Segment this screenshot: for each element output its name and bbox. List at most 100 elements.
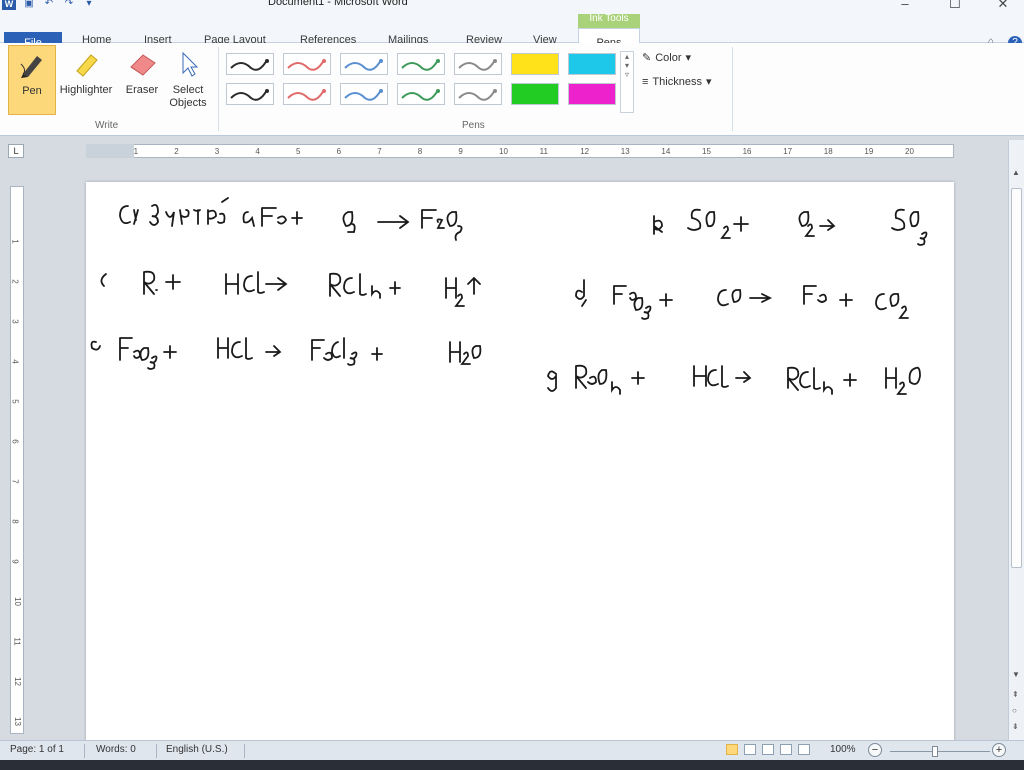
save-icon[interactable]: ▣: [22, 0, 36, 10]
pen-swatch[interactable]: [511, 53, 559, 75]
status-bar: Page: 1 of 1 Words: 0 English (U.S.) 100…: [0, 740, 1024, 761]
pen-swatch[interactable]: [283, 83, 331, 105]
ruler-mark: 17: [783, 147, 793, 156]
ruler-mark: 3: [214, 147, 220, 156]
document-page[interactable]: [86, 182, 954, 742]
ruler-mark: 20: [905, 147, 914, 156]
customize-icon[interactable]: ▾: [82, 0, 96, 10]
draft-view-icon[interactable]: [798, 744, 810, 755]
eraser-label: Eraser: [125, 84, 159, 96]
select-objects-button[interactable]: Select Objects: [164, 45, 212, 115]
ruler-mark: 12: [12, 677, 22, 686]
web-layout-icon[interactable]: [762, 744, 774, 755]
dropdown-arrow-icon: ▾: [685, 52, 692, 64]
status-separator: [84, 744, 85, 758]
ruler-mark: 9: [10, 559, 20, 564]
ruler-mark: 5: [10, 399, 20, 404]
browse-object-icon[interactable]: ○: [1012, 706, 1017, 715]
pen-swatch[interactable]: [397, 53, 445, 75]
ruler-mark: 9: [458, 147, 463, 156]
contextual-group-label: Ink Tools: [578, 14, 640, 28]
vertical-ruler[interactable]: 1 2 3 4 5 6 7 8 9 10 11 12 13: [10, 186, 24, 734]
scroll-up-icon[interactable]: ▲: [1012, 168, 1020, 177]
status-separator: [156, 744, 157, 758]
word-icon[interactable]: W: [2, 0, 16, 10]
full-screen-reading-icon[interactable]: [744, 744, 756, 755]
color-button[interactable]: ✎ Color ▾: [642, 51, 692, 65]
language-indicator[interactable]: English (U.S.): [166, 744, 228, 755]
ruler-mark: 11: [12, 637, 22, 646]
ruler-mark: 8: [10, 519, 20, 524]
zoom-slider-knob[interactable]: [932, 746, 938, 757]
pen-swatch[interactable]: [511, 83, 559, 105]
ribbon: Pen Highlighter Eraser Select Objects Wr…: [0, 43, 1024, 136]
ruler-mark: 7: [10, 479, 20, 484]
ruler-mark: 1: [10, 239, 20, 244]
zoom-slider-track[interactable]: [890, 751, 990, 752]
eraser-icon: [126, 48, 158, 80]
ruler-mark: 6: [336, 147, 342, 156]
print-layout-view-icon[interactable]: [726, 744, 738, 755]
color-label: Color: [655, 51, 682, 64]
highlighter-button[interactable]: Highlighter: [56, 45, 116, 115]
group-separator: [732, 47, 733, 131]
highlighter-label: Highlighter: [59, 84, 113, 96]
close-icon[interactable]: ✕: [988, 0, 1018, 12]
pen-icon: [16, 49, 48, 81]
pen-swatch[interactable]: [226, 83, 274, 105]
ruler-mark: 2: [174, 147, 179, 156]
select-arrow-icon: [172, 48, 204, 80]
title-bar: W ▣ ↶ ↷ ▾ Document1 - Microsoft Word – ☐…: [0, 0, 1024, 14]
scroll-down-icon[interactable]: ▼: [1012, 670, 1020, 679]
pen-swatch[interactable]: [454, 83, 502, 105]
horizontal-ruler[interactable]: 11234567891011121314151617181920: [86, 144, 954, 158]
pen-swatch[interactable]: [340, 83, 388, 105]
taskbar: [0, 760, 1024, 770]
eraser-button[interactable]: Eraser: [118, 45, 166, 115]
pen-swatch[interactable]: [397, 83, 445, 105]
pens-group-label: Pens: [462, 120, 485, 131]
zoom-out-icon[interactable]: −: [868, 743, 882, 757]
ruler-mark: 16: [742, 147, 752, 156]
ribbon-tab-bar: Ink Tools File Home Insert Page Layout R…: [0, 14, 1024, 57]
word-count[interactable]: Words: 0: [96, 744, 136, 755]
outline-view-icon[interactable]: [780, 744, 792, 755]
ruler-mark: 15: [702, 147, 711, 156]
ruler-mark: 8: [417, 147, 423, 156]
next-page-icon[interactable]: ⇟: [1012, 722, 1019, 731]
group-separator: [218, 47, 219, 131]
ruler-mark: 19: [864, 147, 874, 156]
undo-icon[interactable]: ↶: [42, 0, 56, 10]
ruler-mark: 13: [620, 147, 630, 156]
zoom-level[interactable]: 100%: [830, 744, 856, 755]
handwriting-ink: [90, 197, 928, 395]
quick-access-toolbar: W ▣ ↶ ↷ ▾: [2, 0, 96, 10]
vertical-scrollbar[interactable]: ▲ ▼ ⇞ ○ ⇟: [1008, 140, 1024, 740]
pen-swatch[interactable]: [226, 53, 274, 75]
pen-swatch[interactable]: [283, 53, 331, 75]
thickness-label: Thickness: [652, 75, 702, 88]
pen-swatch[interactable]: [340, 53, 388, 75]
ruler-mark: 11: [539, 147, 548, 156]
ruler-mark: 14: [661, 147, 671, 156]
scroll-thumb[interactable]: [1011, 188, 1022, 568]
page-count[interactable]: Page: 1 of 1: [10, 744, 64, 755]
pen-swatch[interactable]: [454, 53, 502, 75]
redo-icon[interactable]: ↷: [62, 0, 76, 10]
pen-button[interactable]: Pen: [8, 45, 56, 115]
minimize-icon[interactable]: –: [890, 0, 920, 11]
tab-selector[interactable]: L: [8, 144, 24, 158]
ruler-margin: [86, 144, 134, 158]
pen-swatch[interactable]: [568, 83, 616, 105]
ruler-mark: 5: [296, 147, 301, 156]
window-title: Document1 - Microsoft Word: [268, 0, 408, 8]
gallery-scroll[interactable]: ▴ ▾ ▿: [620, 51, 634, 113]
ruler-mark: 1: [133, 147, 139, 156]
thickness-button[interactable]: ≡ Thickness ▾: [642, 75, 711, 89]
pen-color-icon: ✎: [642, 52, 652, 64]
zoom-in-icon[interactable]: +: [992, 743, 1006, 757]
pen-swatch[interactable]: [568, 53, 616, 75]
ruler-mark: 6: [10, 439, 20, 444]
maximize-icon[interactable]: ☐: [940, 0, 970, 12]
previous-page-icon[interactable]: ⇞: [1012, 690, 1019, 699]
